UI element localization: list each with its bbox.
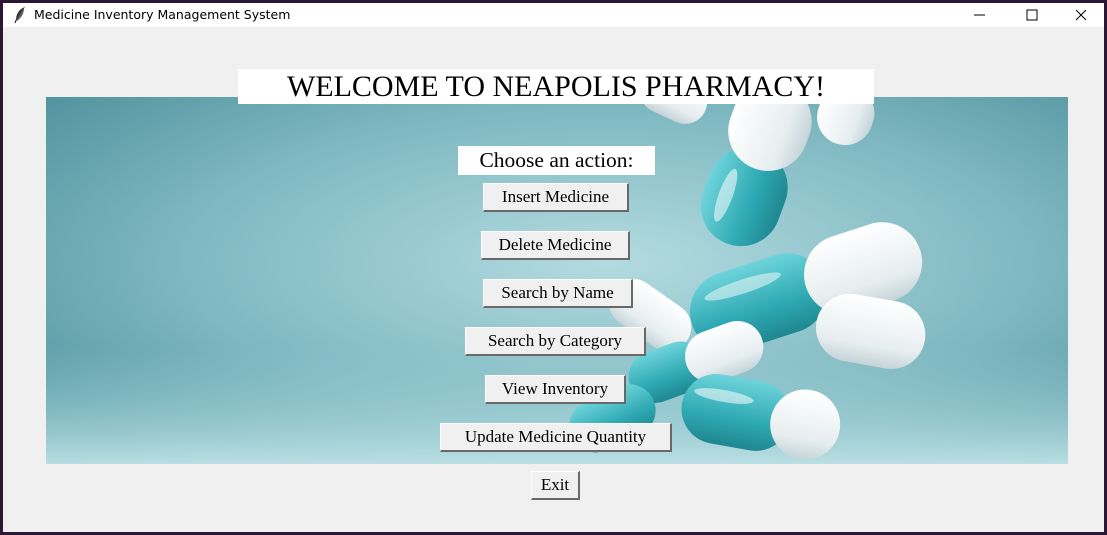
exit-button[interactable]: Exit <box>531 471 580 500</box>
maximize-icon <box>1026 9 1038 21</box>
minimize-button[interactable] <box>957 3 1003 27</box>
minimize-icon <box>974 9 986 21</box>
update-medicine-quantity-button[interactable]: Update Medicine Quantity <box>440 423 672 452</box>
welcome-heading: WELCOME TO NEAPOLIS PHARMACY! <box>238 69 874 104</box>
delete-medicine-button[interactable]: Delete Medicine <box>481 231 630 260</box>
maximize-button[interactable] <box>1009 3 1055 27</box>
insert-medicine-button[interactable]: Insert Medicine <box>483 183 629 212</box>
app-window: Medicine Inventory Management System WEL… <box>3 3 1104 532</box>
search-by-category-button[interactable]: Search by Category <box>465 327 646 356</box>
choose-action-label: Choose an action: <box>458 146 655 175</box>
view-inventory-button[interactable]: View Inventory <box>485 375 626 404</box>
feather-icon <box>13 6 29 24</box>
close-icon <box>1075 9 1087 21</box>
window-title: Medicine Inventory Management System <box>34 7 291 22</box>
search-by-name-button[interactable]: Search by Name <box>483 279 633 308</box>
close-button[interactable] <box>1058 3 1104 27</box>
title-bar[interactable]: Medicine Inventory Management System <box>3 3 1104 27</box>
